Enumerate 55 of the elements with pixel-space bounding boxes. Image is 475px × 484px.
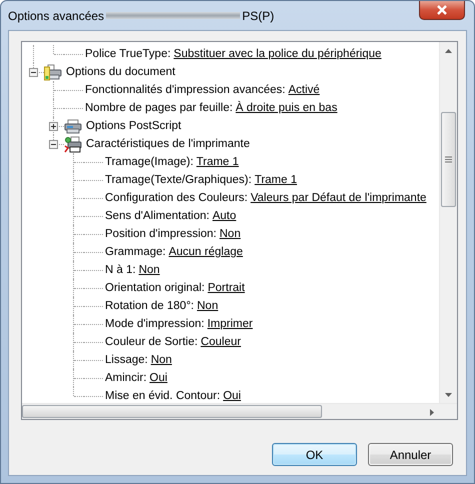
setting-value-link[interactable]: Oui (223, 387, 241, 403)
setting-label: Nombre de pages par feuille: (85, 101, 233, 116)
setting-label: Mise en évid. Contour: (105, 389, 220, 403)
ok-button[interactable]: OK (272, 443, 357, 466)
setting-value-link[interactable]: Non (138, 261, 160, 279)
setting-label: Configuration des Couleurs: (105, 191, 248, 206)
setting-label: N à 1: (105, 263, 136, 278)
scroll-up-icon[interactable] (445, 48, 452, 52)
setting-value-link[interactable]: Non (150, 351, 172, 369)
cancel-button[interactable]: Annuler (368, 443, 453, 466)
scroll-right-icon[interactable] (430, 409, 434, 416)
setting-value-link[interactable]: Imprimer (207, 315, 253, 333)
scrollbar-thumb[interactable] (22, 405, 322, 418)
tree-node-label[interactable]: Caractéristiques de l'imprimante (86, 135, 250, 153)
setting-value-link[interactable]: Non (197, 297, 218, 315)
horizontal-scrollbar[interactable] (22, 403, 457, 419)
close-icon (436, 5, 448, 15)
setting-label: Amincir: (105, 371, 147, 386)
setting-value-link[interactable]: Trame 1 (254, 171, 297, 189)
setting-label: Grammage: (105, 245, 166, 260)
scrollbar-thumb[interactable] (441, 112, 456, 207)
setting-value-link[interactable]: Aucun réglage (168, 243, 243, 261)
setting-label: Fonctionnalités d'impression avancées: (85, 83, 286, 98)
setting-value-link[interactable]: À droite puis en bas (236, 99, 338, 117)
setting-label: Position d'impression: (105, 227, 216, 242)
scroll-down-icon[interactable] (445, 392, 452, 396)
setting-value-link[interactable]: Non (220, 225, 241, 243)
setting-label: Rotation de 180°: (105, 299, 194, 314)
printer-settings-icon (64, 136, 82, 152)
vertical-scrollbar[interactable] (439, 42, 457, 403)
setting-value-link[interactable]: Substituer avec la police du périphérique (174, 45, 382, 63)
setting-value-link[interactable]: Auto (212, 207, 236, 225)
setting-value-link[interactable]: Activé (288, 81, 320, 99)
setting-label: Police TrueType: (85, 47, 171, 62)
expand-toggle-icon[interactable] (49, 122, 58, 131)
setting-value-link[interactable]: Portrait (208, 279, 245, 297)
setting-label: Tramage(Texte/Graphiques): (105, 173, 252, 188)
setting-label: Lissage: (105, 353, 148, 368)
setting-label: Couleur de Sortie: (105, 335, 198, 350)
tree-node-label[interactable]: Options du document (66, 63, 176, 81)
window-title: Options avancées (8, 8, 104, 22)
setting-label: Mode d'impression: (105, 317, 204, 332)
setting-value-link[interactable]: Couleur (200, 333, 241, 351)
setting-label: Orientation original: (105, 281, 205, 296)
printer-document-icon (44, 64, 62, 80)
window-title-suffix: PS(P) (242, 8, 274, 22)
collapse-toggle-icon[interactable] (49, 140, 58, 149)
setting-label: Tramage(Image): (105, 155, 194, 170)
close-button[interactable] (419, 1, 465, 20)
setting-label: Sens d'Alimentation: (105, 209, 210, 224)
setting-value-link[interactable]: Valeurs par Défaut de l'imprimante (250, 189, 426, 207)
setting-value-link[interactable]: Oui (150, 369, 168, 387)
tree-node-label[interactable]: Options PostScript (86, 117, 182, 135)
collapse-toggle-icon[interactable] (29, 68, 38, 77)
setting-value-link[interactable]: Trame 1 (196, 153, 239, 171)
